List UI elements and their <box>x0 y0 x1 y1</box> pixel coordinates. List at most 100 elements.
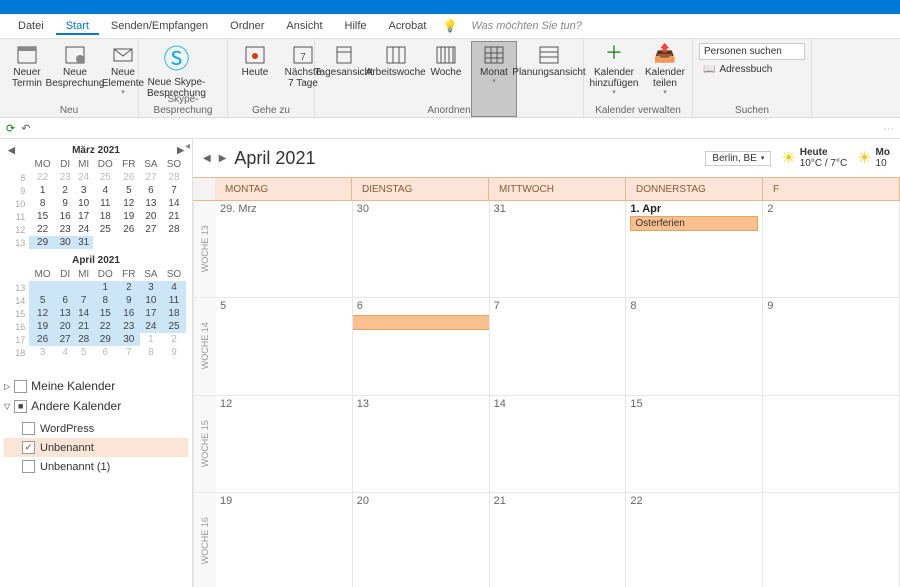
minical-day[interactable]: 6 <box>93 346 118 359</box>
minical-day[interactable]: 10 <box>74 197 92 210</box>
minical-day[interactable]: 19 <box>118 210 140 223</box>
minical-day[interactable]: 9 <box>56 197 74 210</box>
menu-hilfe[interactable]: Hilfe <box>335 17 377 35</box>
minical-day[interactable]: 8 <box>93 294 118 307</box>
minical-day[interactable]: 18 <box>162 307 186 320</box>
prev-month-button[interactable]: ◀ <box>203 153 211 164</box>
day-cell[interactable]: 13 <box>353 396 490 492</box>
minical-day[interactable]: 20 <box>56 320 74 333</box>
minical-day[interactable]: 2 <box>162 333 186 346</box>
minical-day[interactable]: 2 <box>56 184 74 197</box>
day-cell[interactable]: 8 <box>626 298 763 394</box>
day-cell[interactable]: 2 <box>763 201 900 297</box>
minical-day[interactable]: 27 <box>140 171 162 184</box>
minical-day[interactable]: 12 <box>118 197 140 210</box>
minical-day[interactable]: 2 <box>118 281 140 294</box>
minical-day[interactable]: 22 <box>93 320 118 333</box>
refresh-icon[interactable]: ⟳ <box>6 122 15 135</box>
checkbox[interactable]: ■ <box>14 400 27 413</box>
checkbox[interactable] <box>22 460 35 473</box>
tell-me-search[interactable]: Was möchten Sie tun? <box>471 20 581 32</box>
checkbox[interactable]: ✓ <box>22 441 35 454</box>
minical-day[interactable]: 6 <box>140 184 162 197</box>
minical-day[interactable]: 8 <box>29 197 56 210</box>
minical-day[interactable]: 25 <box>93 223 118 236</box>
minical-day[interactable] <box>93 236 118 249</box>
minical-day[interactable]: 23 <box>118 320 140 333</box>
day-cell[interactable]: 30 <box>353 201 490 297</box>
minical-day[interactable]: 15 <box>93 307 118 320</box>
day-cell[interactable]: 15 <box>626 396 763 492</box>
calendar-list-item[interactable]: ✓Unbenannt <box>4 438 188 457</box>
day-cell[interactable]: 22 <box>626 493 763 587</box>
minical-day[interactable]: 23 <box>56 171 74 184</box>
menu-datei[interactable]: Datei <box>8 17 54 35</box>
minical-day[interactable] <box>29 281 56 294</box>
day-cell[interactable] <box>763 396 900 492</box>
menu-acrobat[interactable]: Acrobat <box>379 17 437 35</box>
minical-day[interactable]: 14 <box>74 307 92 320</box>
minical-day[interactable]: 26 <box>118 171 140 184</box>
minical-day[interactable]: 25 <box>162 320 186 333</box>
minical-day[interactable]: 9 <box>162 346 186 359</box>
day-cell[interactable]: 5 <box>216 298 353 394</box>
adressbuch-button[interactable]: 📖Adressbuch <box>699 62 805 77</box>
minical-day[interactable]: 5 <box>118 184 140 197</box>
day-cell[interactable]: 7 <box>490 298 627 394</box>
minical-day[interactable]: 1 <box>140 333 162 346</box>
meine-kalender-header[interactable]: ▷Meine Kalender <box>4 379 188 393</box>
minical-day[interactable]: 20 <box>140 210 162 223</box>
minical-day[interactable]: 24 <box>74 223 92 236</box>
minical-day[interactable]: 26 <box>118 223 140 236</box>
minical-day[interactable]: 28 <box>74 333 92 346</box>
event[interactable]: Osterferien <box>630 216 758 231</box>
calendar-list-item[interactable]: WordPress <box>4 419 188 438</box>
minical-day[interactable]: 28 <box>162 171 186 184</box>
minical-day[interactable]: 4 <box>56 346 74 359</box>
minical-day[interactable]: 16 <box>56 210 74 223</box>
minical-day[interactable]: 1 <box>93 281 118 294</box>
minical-day[interactable]: 27 <box>140 223 162 236</box>
minical-day[interactable] <box>162 236 186 249</box>
minical-day[interactable]: 8 <box>140 346 162 359</box>
next-month-button[interactable]: ▶ <box>219 153 227 164</box>
day-cell[interactable]: 1. AprOsterferien <box>626 201 763 297</box>
minical-day[interactable]: 7 <box>74 294 92 307</box>
minical-day[interactable]: 22 <box>29 223 56 236</box>
minical-day[interactable]: 1 <box>29 184 56 197</box>
minical-day[interactable]: 24 <box>74 171 92 184</box>
day-cell[interactable]: 29. Mrz <box>216 201 353 297</box>
minical-day[interactable]: 23 <box>56 223 74 236</box>
minical-day[interactable]: 31 <box>74 236 92 249</box>
menu-ordner[interactable]: Ordner <box>220 17 274 35</box>
day-cell[interactable]: 31 <box>490 201 627 297</box>
day-cell[interactable] <box>763 493 900 587</box>
minical-day[interactable]: 13 <box>56 307 74 320</box>
minical-day[interactable]: 14 <box>162 197 186 210</box>
menu-ansicht[interactable]: Ansicht <box>276 17 332 35</box>
minical-day[interactable]: 5 <box>74 346 92 359</box>
minical-day[interactable]: 17 <box>140 307 162 320</box>
minical-day[interactable]: 3 <box>29 346 56 359</box>
minical-day[interactable]: 11 <box>162 294 186 307</box>
minical-day[interactable] <box>140 236 162 249</box>
checkbox[interactable] <box>22 422 35 435</box>
minical-day[interactable]: 4 <box>93 184 118 197</box>
minical-day[interactable]: 7 <box>118 346 140 359</box>
minical-day[interactable]: 25 <box>93 171 118 184</box>
minical-day[interactable]: 15 <box>29 210 56 223</box>
event-span[interactable]: Osterferien <box>353 315 490 330</box>
minical-day[interactable]: 17 <box>74 210 92 223</box>
next-icon[interactable]: ▶ <box>177 145 184 156</box>
menu-senden[interactable]: Senden/Empfangen <box>101 17 218 35</box>
calendar-list-item[interactable]: Unbenannt (1) <box>4 457 188 476</box>
location-selector[interactable]: Berlin, BE▾ <box>705 151 771 166</box>
minical-day[interactable]: 3 <box>140 281 162 294</box>
day-cell[interactable]: 12 <box>216 396 353 492</box>
minical-day[interactable]: 24 <box>140 320 162 333</box>
day-cell[interactable]: 20 <box>353 493 490 587</box>
minical-day[interactable]: 18 <box>93 210 118 223</box>
minical-day[interactable]: 16 <box>118 307 140 320</box>
minical-day[interactable] <box>74 281 92 294</box>
menu-start[interactable]: Start <box>56 17 99 35</box>
